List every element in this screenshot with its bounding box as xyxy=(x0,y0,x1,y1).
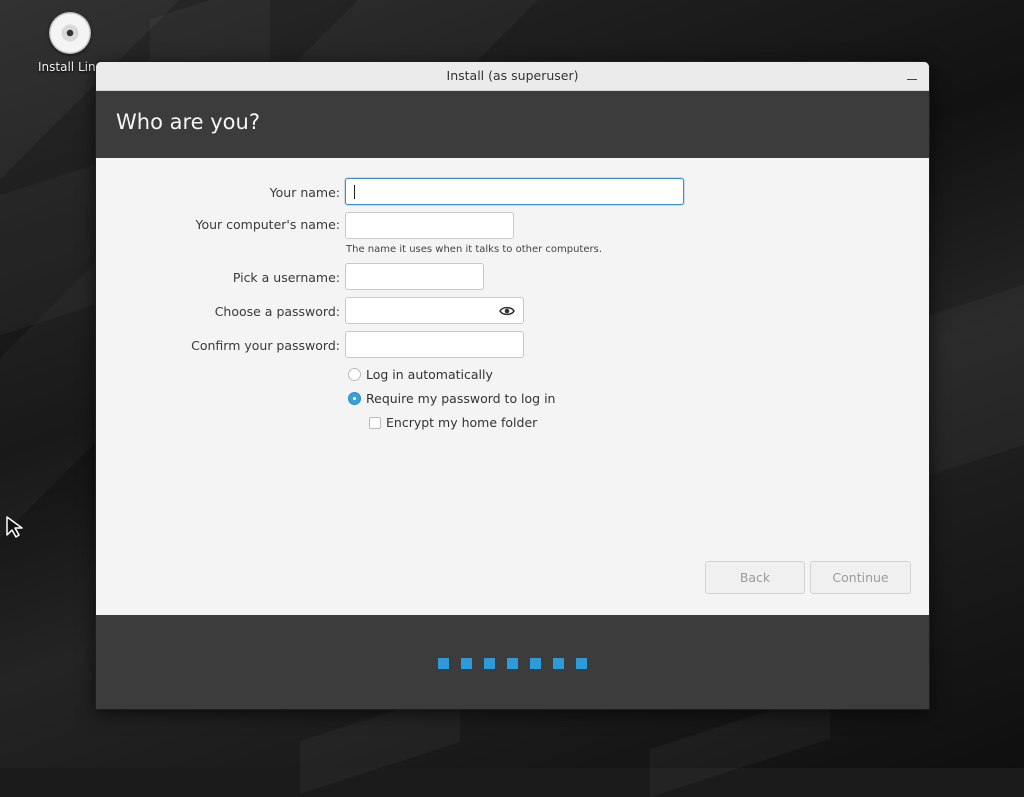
mouse-cursor-icon xyxy=(6,516,23,538)
window-title: Install (as superuser) xyxy=(446,68,579,83)
your-name-input[interactable] xyxy=(345,178,684,205)
progress-step xyxy=(461,658,472,669)
computer-name-label: Your computer's name: xyxy=(195,217,340,232)
progress-step xyxy=(507,658,518,669)
password-label: Choose a password: xyxy=(214,304,340,319)
progress-steps xyxy=(96,658,929,669)
progress-step xyxy=(484,658,495,669)
continue-button[interactable]: Continue xyxy=(810,561,911,594)
installer-footer xyxy=(96,615,929,709)
login-automatically-radio[interactable] xyxy=(348,368,361,381)
progress-step xyxy=(530,658,541,669)
computer-name-input[interactable] xyxy=(345,212,514,239)
disc-icon xyxy=(49,12,91,54)
progress-step xyxy=(576,658,587,669)
login-automatically-label[interactable]: Log in automatically xyxy=(366,367,493,382)
page-header: Who are you? xyxy=(96,91,929,158)
show-password-eye-icon[interactable] xyxy=(499,305,515,317)
password-input[interactable] xyxy=(345,297,524,324)
text-caret xyxy=(354,185,355,199)
confirm-password-input[interactable] xyxy=(345,331,524,358)
progress-step xyxy=(553,658,564,669)
progress-step xyxy=(438,658,449,669)
require-password-label[interactable]: Require my password to log in xyxy=(366,391,555,406)
page-title: Who are you? xyxy=(116,110,260,134)
background-tile xyxy=(930,285,1024,476)
computer-name-hint: The name it uses when it talks to other … xyxy=(346,244,603,255)
confirm-password-label: Confirm your password: xyxy=(191,338,340,353)
encrypt-home-checkbox[interactable] xyxy=(369,417,381,429)
require-password-radio[interactable] xyxy=(348,392,361,405)
your-name-label: Your name: xyxy=(269,185,340,200)
back-button[interactable]: Back xyxy=(705,561,805,594)
username-label: Pick a username: xyxy=(232,270,340,285)
username-input[interactable] xyxy=(345,263,484,290)
encrypt-home-label[interactable]: Encrypt my home folder xyxy=(386,415,537,430)
background-tile xyxy=(0,165,95,336)
window-titlebar[interactable]: Install (as superuser) xyxy=(96,62,929,91)
installer-window: Install (as superuser) Who are you? Your… xyxy=(95,61,930,710)
minimize-button[interactable] xyxy=(905,68,919,82)
